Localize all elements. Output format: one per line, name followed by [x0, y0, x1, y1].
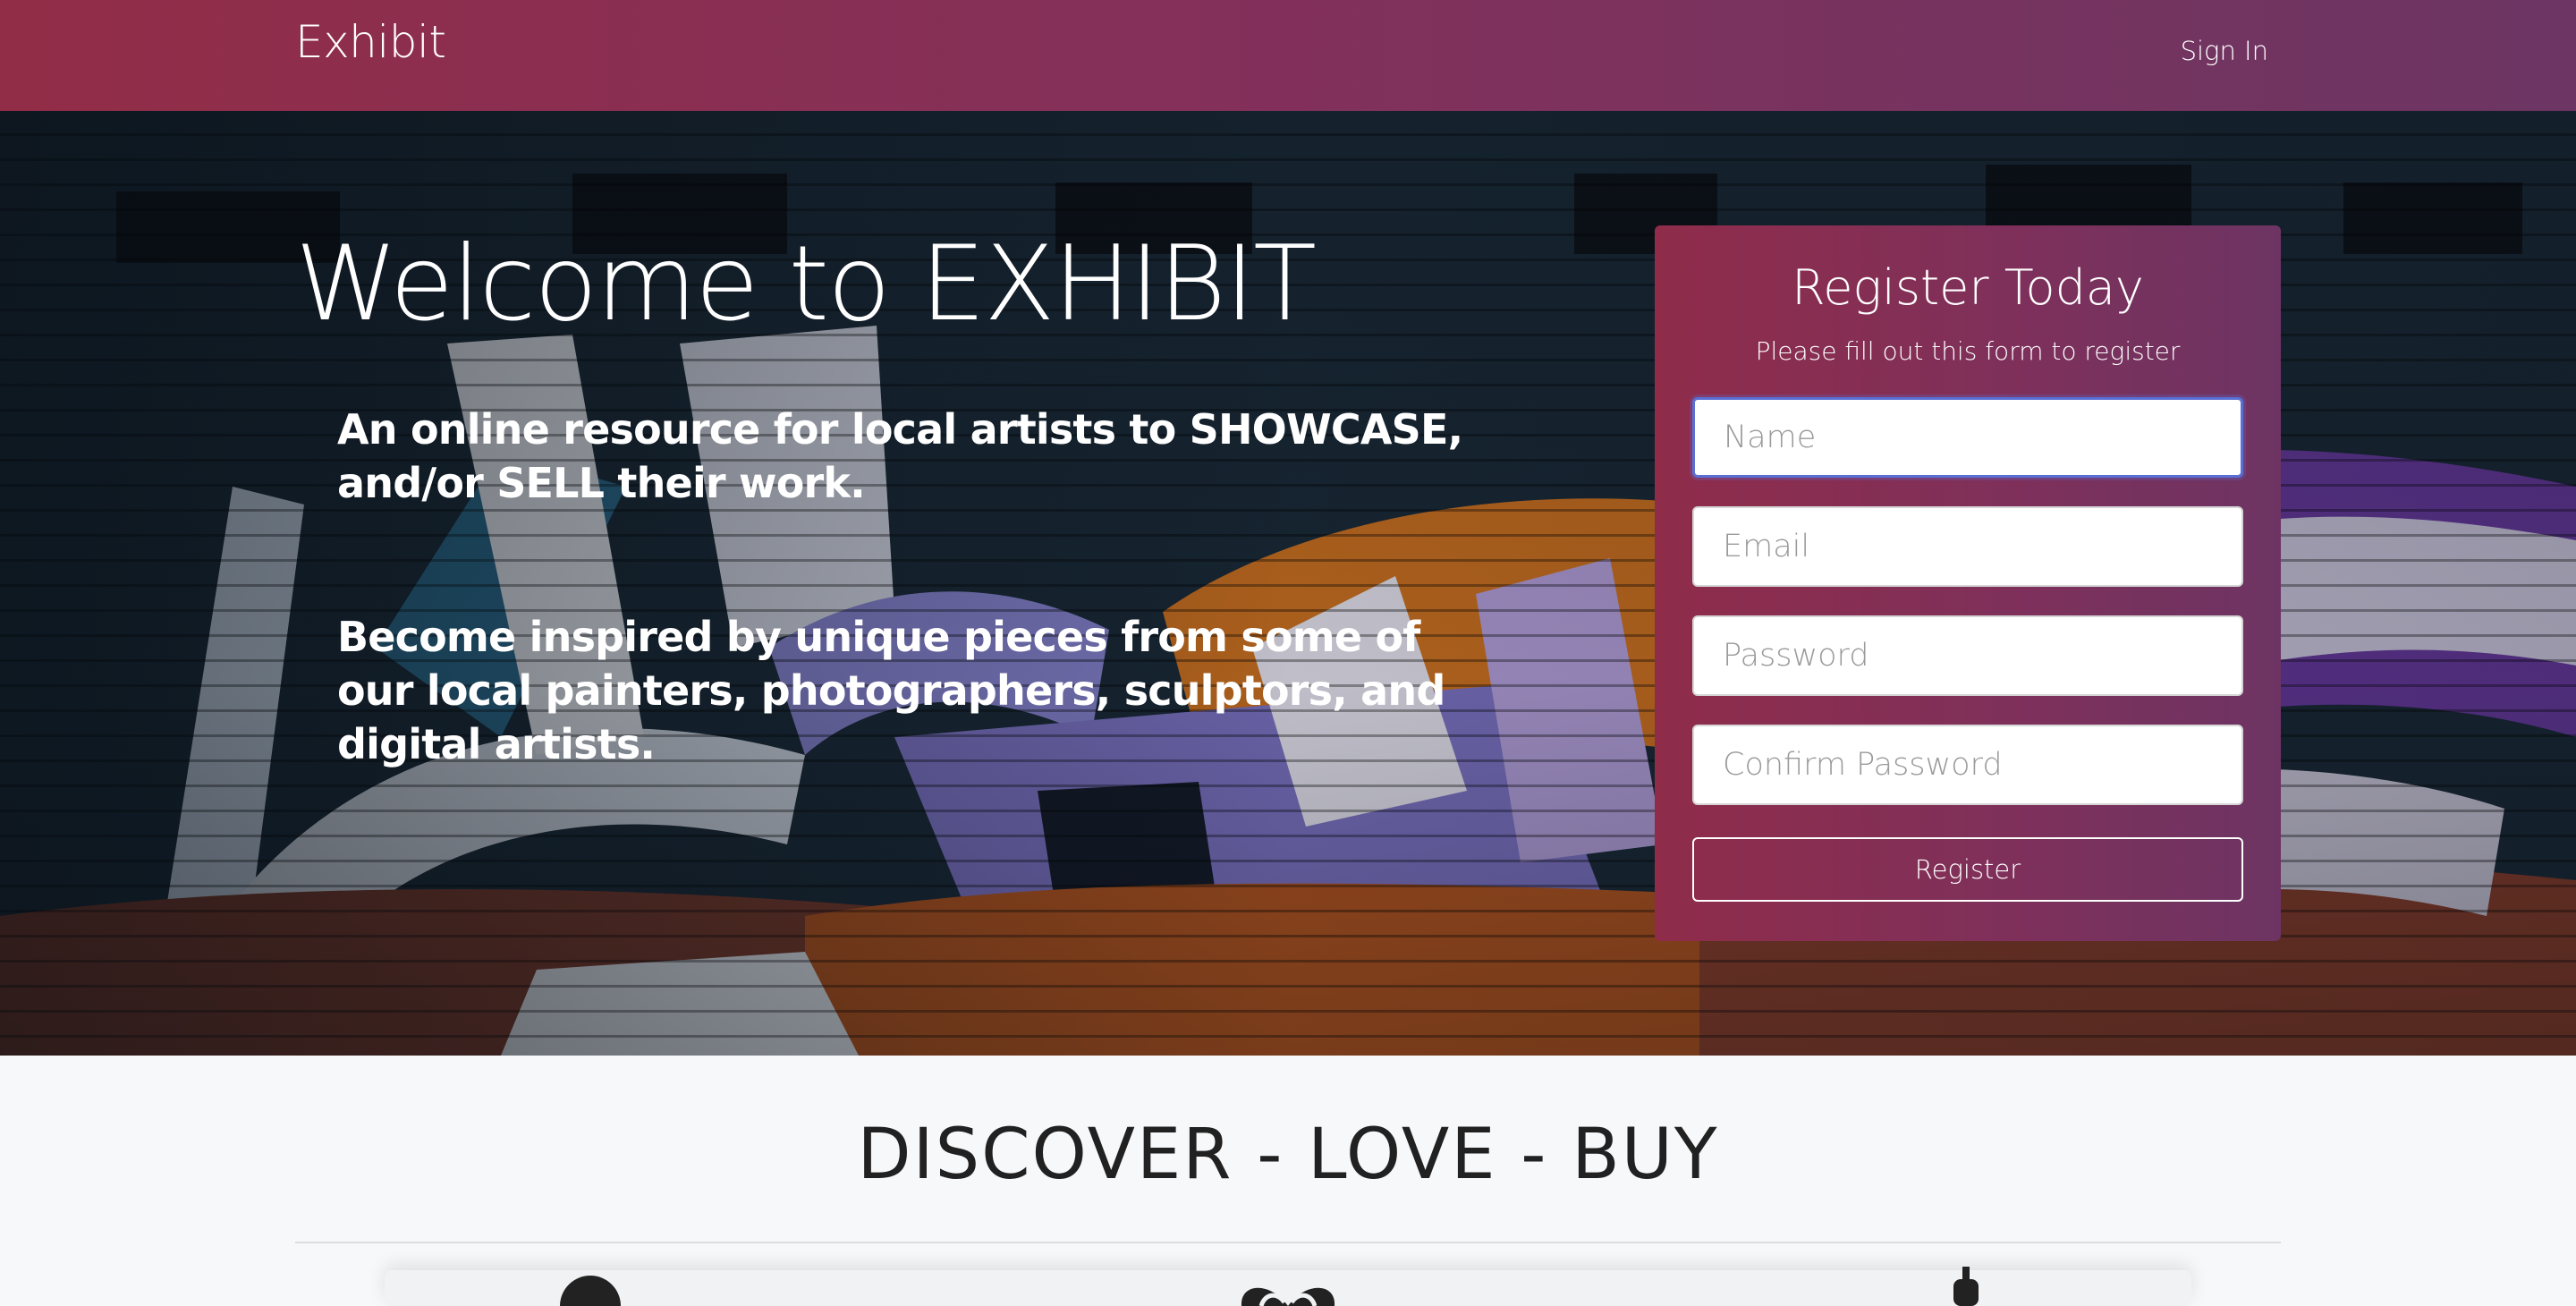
name-input[interactable]	[1692, 397, 2243, 478]
register-title: Register Today	[1792, 259, 2144, 316]
register-form: Register Today Please fill out this form…	[1655, 225, 2281, 941]
register-button[interactable]: Register	[1692, 837, 2243, 902]
email-input[interactable]	[1692, 506, 2243, 587]
discover-heading: DISCOVER - LOVE - BUY	[857, 1115, 1719, 1195]
hero-description: An online resource for local artists to …	[337, 405, 1463, 507]
circle-icon	[560, 1276, 621, 1306]
sign-in-link[interactable]: Sign In	[2181, 36, 2268, 66]
brand-logo[interactable]: Exhibit	[295, 16, 446, 68]
section-divider	[295, 1242, 2281, 1243]
hero-title: Welcome to EXHIBIT	[295, 224, 1317, 344]
confirm-password-input[interactable]	[1692, 725, 2243, 805]
dollar-icon	[1953, 1267, 1979, 1306]
register-subtitle: Please fill out this form to register	[1755, 336, 2181, 366]
heart-icon	[1241, 1287, 1335, 1306]
hero-section: Welcome to EXHIBIT An online resource fo…	[0, 111, 2576, 1056]
discover-section: DISCOVER - LOVE - BUY	[0, 1056, 2576, 1306]
password-input[interactable]	[1692, 615, 2243, 696]
top-navbar: Exhibit Sign In	[0, 0, 2576, 111]
hero-inspiration-text: Become inspired by unique pieces from so…	[337, 613, 1445, 768]
